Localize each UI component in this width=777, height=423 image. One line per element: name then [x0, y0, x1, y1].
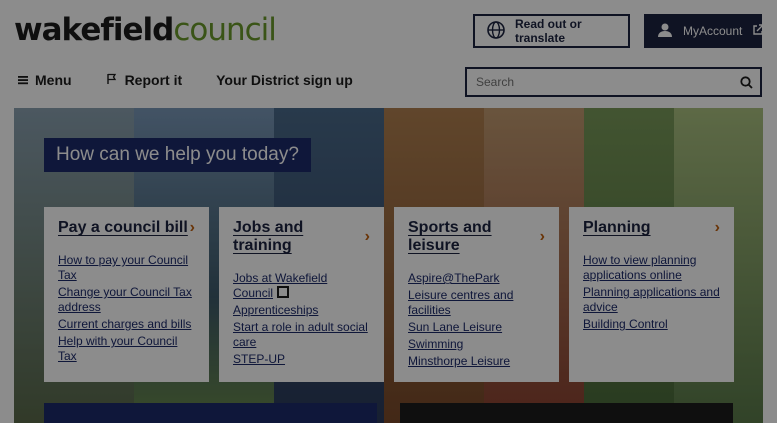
hamburger-icon: [18, 72, 28, 88]
link-jobs-at-council[interactable]: Jobs at Wakefield Council: [233, 271, 370, 301]
logo-text-wakefield: wakefield: [14, 12, 174, 48]
link-minsthorpe[interactable]: Minsthorpe Leisure: [408, 354, 545, 369]
my-account-button[interactable]: MyAccount: [644, 14, 765, 48]
link-pay-council-tax[interactable]: How to pay your Council Tax: [58, 253, 195, 283]
external-link-icon: [277, 286, 290, 298]
link-help-council-tax[interactable]: Help with your Council Tax: [58, 334, 195, 364]
link-building-control[interactable]: Building Control: [583, 317, 720, 332]
link-adult-social-care[interactable]: Start a role in adult social care: [233, 320, 370, 350]
card-header[interactable]: Jobs and training ›: [233, 219, 370, 255]
search-box: [465, 67, 762, 97]
link-current-charges[interactable]: Current charges and bills: [58, 317, 195, 332]
link-leisure-centres[interactable]: Leisure centres and facilities: [408, 288, 545, 318]
main-nav: Menu Report it Your District sign up: [18, 72, 387, 88]
promo-panel-left: [44, 403, 377, 423]
district-label: Your District sign up: [216, 72, 353, 88]
search-input[interactable]: [467, 69, 732, 95]
card-header[interactable]: Planning ›: [583, 219, 720, 237]
chevron-right-icon: ›: [189, 219, 195, 236]
globe-icon: [487, 20, 505, 42]
user-icon: [657, 22, 673, 41]
link-view-planning[interactable]: How to view planning applications online: [583, 253, 720, 283]
card-header[interactable]: Pay a council bill ›: [58, 219, 195, 237]
link-change-address[interactable]: Change your Council Tax address: [58, 285, 195, 315]
chevron-right-icon: ›: [539, 228, 545, 245]
link-step-up[interactable]: STEP-UP: [233, 352, 370, 367]
district-signup-link[interactable]: Your District sign up: [216, 72, 353, 88]
card-jobs-training: Jobs and training › Jobs at Wakefield Co…: [219, 207, 384, 382]
external-link-icon: [752, 23, 765, 39]
flag-icon: [106, 72, 118, 88]
read-out-translate-button[interactable]: Read out or translate: [473, 14, 630, 48]
link-sun-lane[interactable]: Sun Lane Leisure: [408, 320, 545, 335]
chevron-right-icon: ›: [364, 228, 370, 245]
search-icon[interactable]: [732, 75, 760, 89]
hero-title: How can we help you today?: [44, 138, 311, 172]
card-title[interactable]: Sports and leisure: [408, 219, 540, 255]
card-sports-leisure: Sports and leisure › Aspire@ThePark Leis…: [394, 207, 559, 382]
hero-banner: How can we help you today? Pay a council…: [14, 108, 763, 423]
translate-label: Read out or translate: [515, 17, 582, 45]
card-planning: Planning › How to view planning applicat…: [569, 207, 734, 382]
card-title[interactable]: Planning: [583, 219, 651, 237]
logo-text-council: council: [173, 12, 277, 48]
wakefield-council-logo[interactable]: wakefieldcouncil: [14, 12, 277, 48]
menu-label: Menu: [35, 72, 72, 88]
card-header[interactable]: Sports and leisure ›: [408, 219, 545, 255]
card-title[interactable]: Pay a council bill: [58, 219, 188, 237]
report-label: Report it: [124, 72, 183, 88]
chevron-right-icon: ›: [714, 219, 720, 236]
report-it-link[interactable]: Report it: [106, 72, 183, 88]
link-apprenticeships[interactable]: Apprenticeships: [233, 303, 370, 318]
promo-panel-right: [400, 403, 733, 423]
link-swimming[interactable]: Swimming: [408, 337, 545, 352]
link-aspire-park[interactable]: Aspire@ThePark: [408, 271, 545, 286]
card-pay-council-bill: Pay a council bill › How to pay your Cou…: [44, 207, 209, 382]
menu-button[interactable]: Menu: [18, 72, 72, 88]
site-header: wakefieldcouncil Read out or translate M…: [0, 0, 777, 108]
account-label: MyAccount: [683, 24, 743, 38]
link-planning-advice[interactable]: Planning applications and advice: [583, 285, 720, 315]
card-title[interactable]: Jobs and training: [233, 219, 365, 255]
